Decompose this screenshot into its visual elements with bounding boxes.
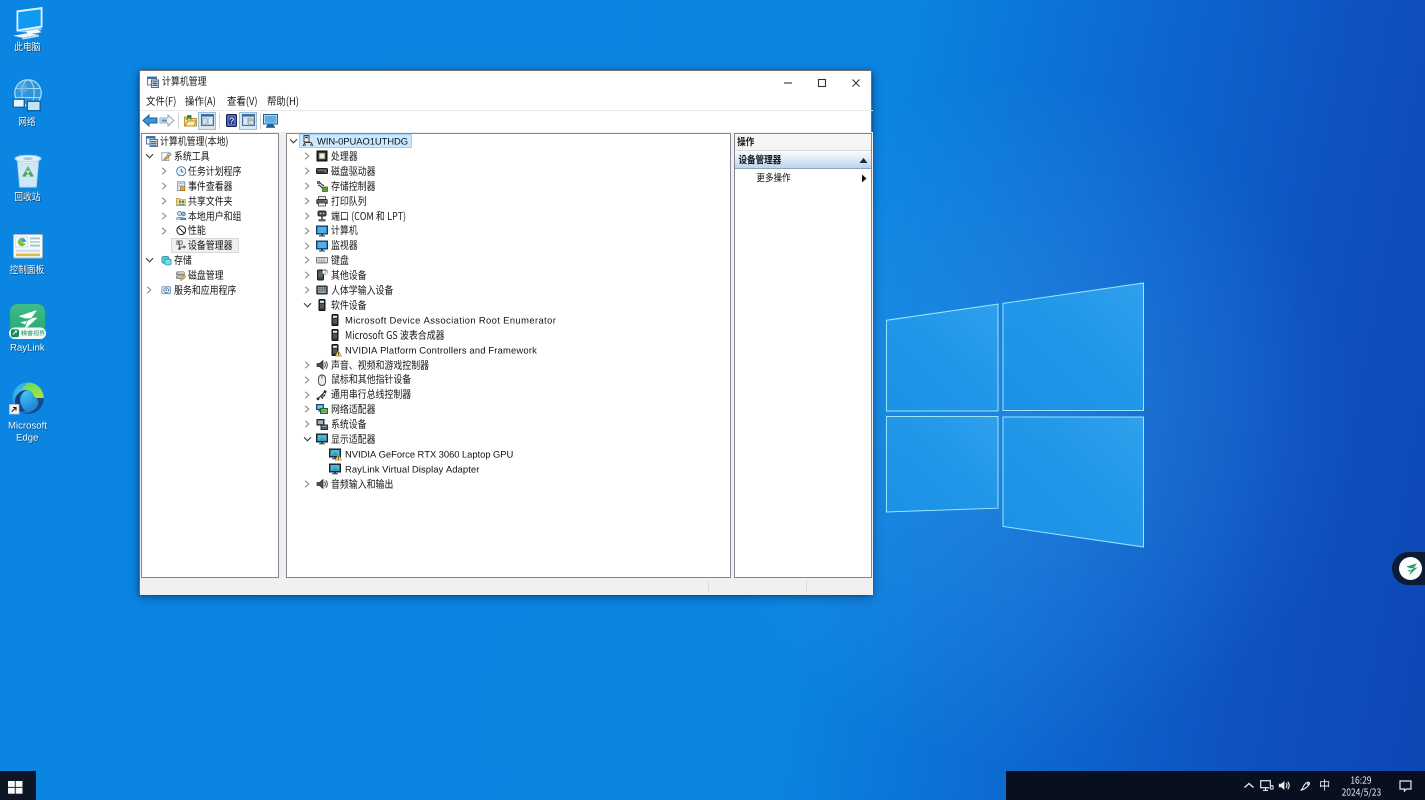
svg-text:?: ?	[323, 270, 326, 276]
svg-text:?: ?	[228, 116, 233, 126]
